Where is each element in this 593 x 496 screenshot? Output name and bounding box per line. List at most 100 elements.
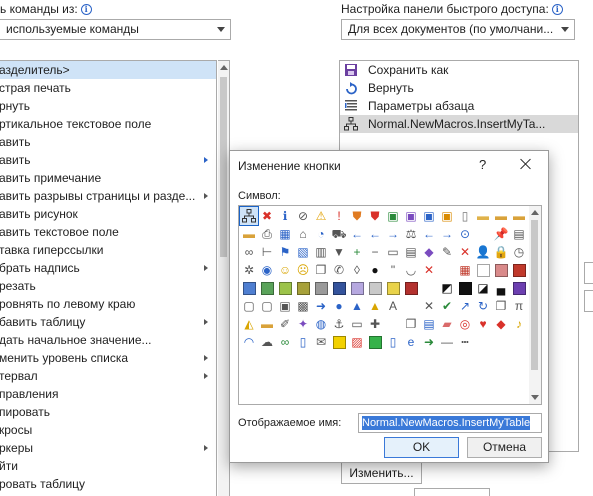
command-item[interactable]: ровать таблицу: [0, 475, 216, 493]
display-name-field[interactable]: Normal.NewMacros.InsertMyTable: [358, 413, 542, 433]
arrow-left3-icon[interactable]: ←: [420, 225, 438, 243]
door-icon[interactable]: ▯: [294, 333, 312, 351]
checker-icon[interactable]: ▩: [294, 297, 312, 315]
arrow-green-icon[interactable]: ➜: [420, 333, 438, 351]
blank-icon[interactable]: [312, 351, 330, 369]
document-blue-icon[interactable]: ▯: [384, 333, 402, 351]
olive-square[interactable]: [294, 279, 312, 297]
red-square[interactable]: [510, 261, 528, 279]
check-icon[interactable]: ✔: [438, 297, 456, 315]
blank-icon[interactable]: [276, 351, 294, 369]
pie-chart-icon[interactable]: ◔: [312, 225, 330, 243]
blank-icon[interactable]: [402, 297, 420, 315]
eraser-icon[interactable]: ▰: [438, 315, 456, 333]
pyramid-icon[interactable]: ▲: [366, 297, 384, 315]
blank-icon[interactable]: [474, 333, 492, 351]
folder-copy-icon[interactable]: ▬: [240, 225, 258, 243]
blank-icon[interactable]: [474, 225, 492, 243]
tree-icon[interactable]: ⊢: [258, 243, 276, 261]
folder-tree-icon[interactable]: ▬: [510, 207, 528, 225]
blank-icon[interactable]: [510, 333, 528, 351]
shield-icon[interactable]: ⛊: [366, 207, 384, 225]
move-up-button[interactable]: [584, 262, 593, 284]
bar-chart-icon[interactable]: ▥: [312, 243, 330, 261]
qat-scope-combo[interactable]: Для всех документов (по умолчани...: [341, 19, 575, 40]
image-forward-icon[interactable]: ▣: [438, 207, 456, 225]
qat-item[interactable]: Вернуть: [340, 79, 578, 97]
rainbow-icon[interactable]: ◠: [240, 333, 258, 351]
command-item[interactable]: бавить таблицу: [0, 313, 216, 331]
sad-icon[interactable]: ☹: [294, 261, 312, 279]
lavender-square[interactable]: [348, 279, 366, 297]
globe-icon[interactable]: ◍: [312, 315, 330, 333]
command-item[interactable]: авить текстовое поле: [0, 223, 216, 241]
help-button[interactable]: ?: [479, 157, 486, 172]
ribbon-icon[interactable]: ∞: [276, 333, 294, 351]
copy-plus-icon[interactable]: ❐: [492, 297, 510, 315]
lock-icon[interactable]: 🔒: [492, 243, 510, 261]
blank-icon[interactable]: [258, 351, 276, 369]
command-item[interactable]: резать: [0, 277, 216, 295]
gray-square-2[interactable]: [366, 279, 384, 297]
quote-icon[interactable]: ": [384, 261, 402, 279]
command-item[interactable]: кросы: [0, 421, 216, 439]
stripes-icon[interactable]: ▨: [348, 333, 366, 351]
plus-icon[interactable]: +: [348, 243, 366, 261]
back-circle-icon[interactable]: ⊙: [456, 225, 474, 243]
green-square[interactable]: [258, 279, 276, 297]
dash-line-icon[interactable]: ┅: [456, 333, 474, 351]
white-square[interactable]: [474, 261, 492, 279]
dart-icon[interactable]: ◎: [456, 315, 474, 333]
sitemap-icon[interactable]: [239, 206, 259, 226]
command-item[interactable]: рнуть: [0, 97, 216, 115]
folder-picture-icon[interactable]: ▬: [258, 315, 276, 333]
ie-icon[interactable]: e: [402, 333, 420, 351]
calendar-icon[interactable]: ▦: [276, 225, 294, 243]
qat-item[interactable]: Сохранить как: [340, 61, 578, 79]
document-icon[interactable]: ▯: [456, 207, 474, 225]
wand-icon[interactable]: ✦: [294, 315, 312, 333]
tag-icon[interactable]: ◊: [348, 261, 366, 279]
commands-list[interactable]: азделитель> страя печать рнуть ртикальное т…: [0, 60, 217, 496]
link-icon[interactable]: ∞: [240, 243, 258, 261]
sphere-icon[interactable]: ●: [330, 297, 348, 315]
smile-icon[interactable]: ☺: [276, 261, 294, 279]
cross-icon[interactable]: ✕: [420, 297, 438, 315]
symbol-grid[interactable]: ✖ ℹ ⊘ ⚠! ⛊ ⛊ ▣ ▣ ▣ ▣ ▯ ▬ ▬ ▬ ▬ ⎙ ▦ ⌂ ◔ ⛟ ← ← → ⚖ ← → ⊙ 📌 ▤ ∞ ⊢ ⚑ ▧ ▥ ▼ + − ▭ ▤…: [238, 205, 542, 405]
image-check-icon[interactable]: ▣: [384, 207, 402, 225]
image-back-icon[interactable]: ▣: [420, 207, 438, 225]
lime-square[interactable]: [276, 279, 294, 297]
command-item[interactable]: тавка гиперссылки: [0, 241, 216, 259]
home-icon[interactable]: ⌂: [294, 225, 312, 243]
command-item[interactable]: йти: [0, 457, 216, 475]
rose-square[interactable]: [492, 261, 510, 279]
reset-button[interactable]: [414, 488, 490, 496]
navy-square[interactable]: [330, 279, 348, 297]
line-icon[interactable]: —: [438, 333, 456, 351]
paint-bucket-icon[interactable]: ◭: [240, 315, 258, 333]
arrow-right-icon[interactable]: →: [384, 225, 402, 243]
pi-icon[interactable]: π: [510, 297, 528, 315]
warning-icon[interactable]: ⚠: [312, 207, 330, 225]
mail-icon[interactable]: ✉: [312, 333, 330, 351]
blue-square[interactable]: [240, 279, 258, 297]
panel-icon[interactable]: ▣: [276, 297, 294, 315]
qat-item[interactable]: Normal.NewMacros.InsertMyTa...: [340, 115, 578, 133]
command-item[interactable]: брать надпись: [0, 259, 216, 277]
command-item[interactable]: дать начальное значение...: [0, 331, 216, 349]
pencil-icon[interactable]: ✎: [438, 243, 456, 261]
command-item[interactable]: ровнять по левому краю: [0, 295, 216, 313]
bell-icon[interactable]: ♪: [510, 315, 528, 333]
puzzle-icon[interactable]: ✚: [366, 315, 384, 333]
symbol-scrollbar[interactable]: [529, 206, 541, 404]
anchor-icon[interactable]: ⚓: [330, 315, 348, 333]
letter-a-icon[interactable]: A: [384, 297, 402, 315]
arrow-right2-icon[interactable]: →: [438, 225, 456, 243]
command-item[interactable]: тервал: [0, 367, 216, 385]
command-item[interactable]: правления: [0, 385, 216, 403]
printer-icon[interactable]: ⎙: [258, 225, 276, 243]
eight-ball-icon[interactable]: ●: [366, 261, 384, 279]
clipboard-icon[interactable]: ▤: [402, 243, 420, 261]
arrow-left2-icon[interactable]: ←: [366, 225, 384, 243]
command-item[interactable]: менить уровень списка: [0, 349, 216, 367]
